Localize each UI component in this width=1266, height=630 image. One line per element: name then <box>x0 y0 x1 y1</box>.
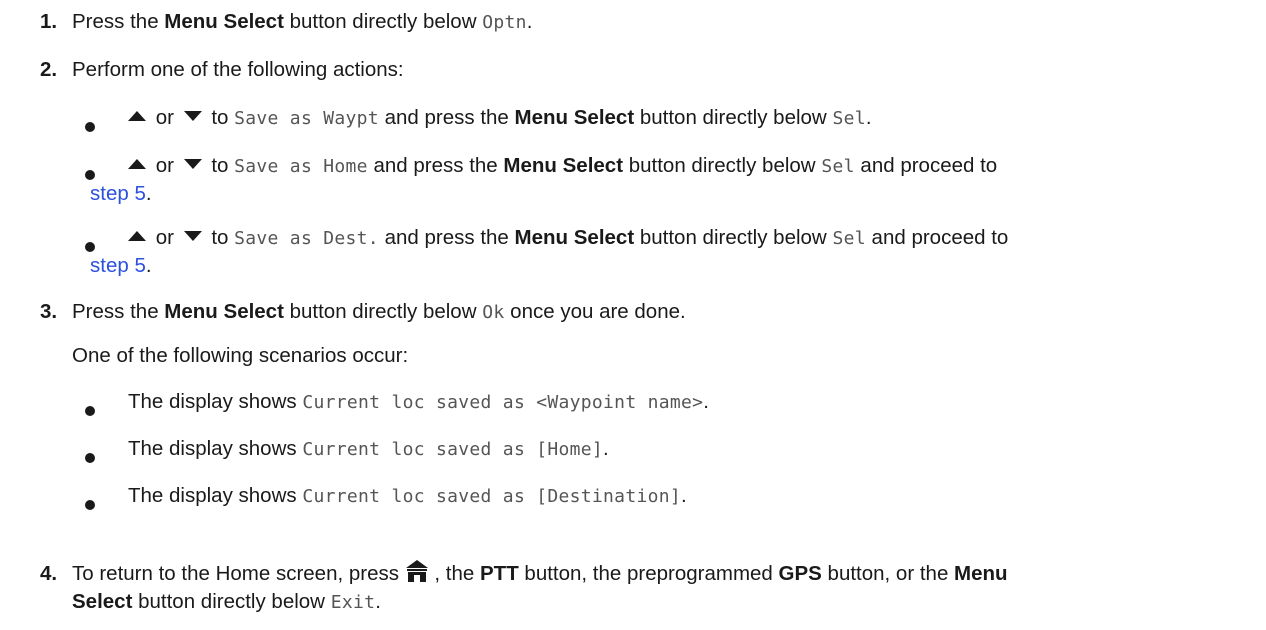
step-number: 2. <box>40 58 58 81</box>
gps-label: GPS <box>778 562 822 585</box>
or-text: or <box>150 154 180 177</box>
punctuation: . <box>603 437 609 460</box>
up-arrow-icon <box>128 111 146 122</box>
list-item: or to Save as Home and press the Menu Se… <box>128 152 997 181</box>
bullet-icon <box>85 242 95 252</box>
step-text: To return to the Home screen, press <box>72 562 405 585</box>
punctuation: . <box>526 10 533 33</box>
punctuation: . <box>703 390 709 413</box>
step-text: and press the <box>378 106 515 129</box>
menu-option: Save as Home <box>234 156 368 177</box>
menu-select-label: Menu Select <box>164 10 284 33</box>
step-number: 4. <box>40 562 58 585</box>
step-text: button directly below <box>132 590 331 613</box>
softkey-label: Exit <box>330 592 376 613</box>
punctuation: . <box>681 484 687 507</box>
list-item-continuation: step 5. <box>90 180 152 208</box>
menu-select-label: Menu Select <box>503 154 624 177</box>
display-message: Current loc saved as [Destination] <box>302 486 681 507</box>
ptt-label: PTT <box>480 562 519 585</box>
menu-select-label: Menu Select <box>164 300 284 323</box>
step-text: The display shows <box>128 390 303 413</box>
step-5-link[interactable]: step 5 <box>90 182 146 205</box>
display-message: Current loc saved as [Home] <box>302 439 604 460</box>
display-message: Current loc saved as <Waypoint name> <box>302 392 704 413</box>
step-text: button directly below <box>283 10 483 33</box>
step-text: button directly below <box>623 154 822 177</box>
step-text: Press the <box>72 10 165 33</box>
up-arrow-icon <box>128 231 146 242</box>
step-text: Perform one of the following actions: <box>72 58 404 81</box>
step-text: and press the <box>378 226 515 249</box>
step-text: once you are done. <box>504 300 686 323</box>
step-text: button directly below <box>283 300 483 323</box>
list-item: The display shows Current loc saved as [… <box>128 482 687 511</box>
punctuation: . <box>145 182 152 205</box>
list-item: The display shows Current loc saved as <… <box>128 388 709 417</box>
or-text: or <box>150 106 180 129</box>
step-text: and press the <box>367 154 504 177</box>
softkey-label: Sel <box>832 228 866 249</box>
step-text: and proceed to <box>865 226 1009 249</box>
step-5-link[interactable]: step 5 <box>90 254 146 277</box>
menu-select-label: Menu Select <box>514 226 635 249</box>
step-text: and proceed to <box>854 154 998 177</box>
softkey-label: Optn <box>482 12 527 33</box>
punctuation: . <box>145 254 152 277</box>
menu-option: Save as Waypt <box>234 108 379 129</box>
softkey-label: Sel <box>832 108 866 129</box>
menu-option: Save as Dest. <box>234 228 379 249</box>
up-arrow-icon <box>128 159 146 170</box>
select-label: Select <box>72 590 133 613</box>
or-text: or <box>150 226 180 249</box>
punctuation: . <box>375 590 381 613</box>
down-arrow-icon <box>183 159 202 170</box>
step-4-continuation: Select button directly below Exit. <box>72 588 381 617</box>
softkey-label: Ok <box>482 302 505 323</box>
list-item: The display shows Current loc saved as [… <box>128 435 609 464</box>
step-text: button, the preprogrammed <box>518 562 779 585</box>
bullet-icon <box>85 500 95 510</box>
menu-select-label: Menu Select <box>514 106 635 129</box>
step-number: 1. <box>40 10 58 33</box>
down-arrow-icon <box>183 111 202 122</box>
home-icon <box>405 559 428 582</box>
step-text: , the <box>428 562 480 585</box>
step-text: button directly below <box>634 106 833 129</box>
bullet-icon <box>85 406 95 416</box>
punctuation: . <box>865 106 872 129</box>
to-text: to <box>205 106 235 129</box>
softkey-label: Sel <box>821 156 855 177</box>
menu-label: Menu <box>954 562 1008 585</box>
step-3-subtext: One of the following scenarios occur: <box>72 342 408 370</box>
to-text: to <box>205 226 235 249</box>
bullet-icon <box>85 170 95 180</box>
step-text: The display shows <box>128 437 303 460</box>
step-text: One of the following scenarios occur: <box>72 344 409 367</box>
to-text: to <box>205 154 235 177</box>
step-text: The display shows <box>128 484 303 507</box>
list-item: or to Save as Dest. and press the Menu S… <box>128 224 1008 253</box>
down-arrow-icon <box>183 231 202 242</box>
list-item-continuation: step 5. <box>90 252 152 280</box>
list-item: or to Save as Waypt and press the Menu S… <box>128 104 872 133</box>
bullet-icon <box>85 453 95 463</box>
bullet-icon <box>85 122 95 132</box>
step-text: Press the <box>72 300 165 323</box>
step-number: 3. <box>40 300 58 323</box>
step-text: button, or the <box>821 562 955 585</box>
step-text: button directly below <box>634 226 833 249</box>
